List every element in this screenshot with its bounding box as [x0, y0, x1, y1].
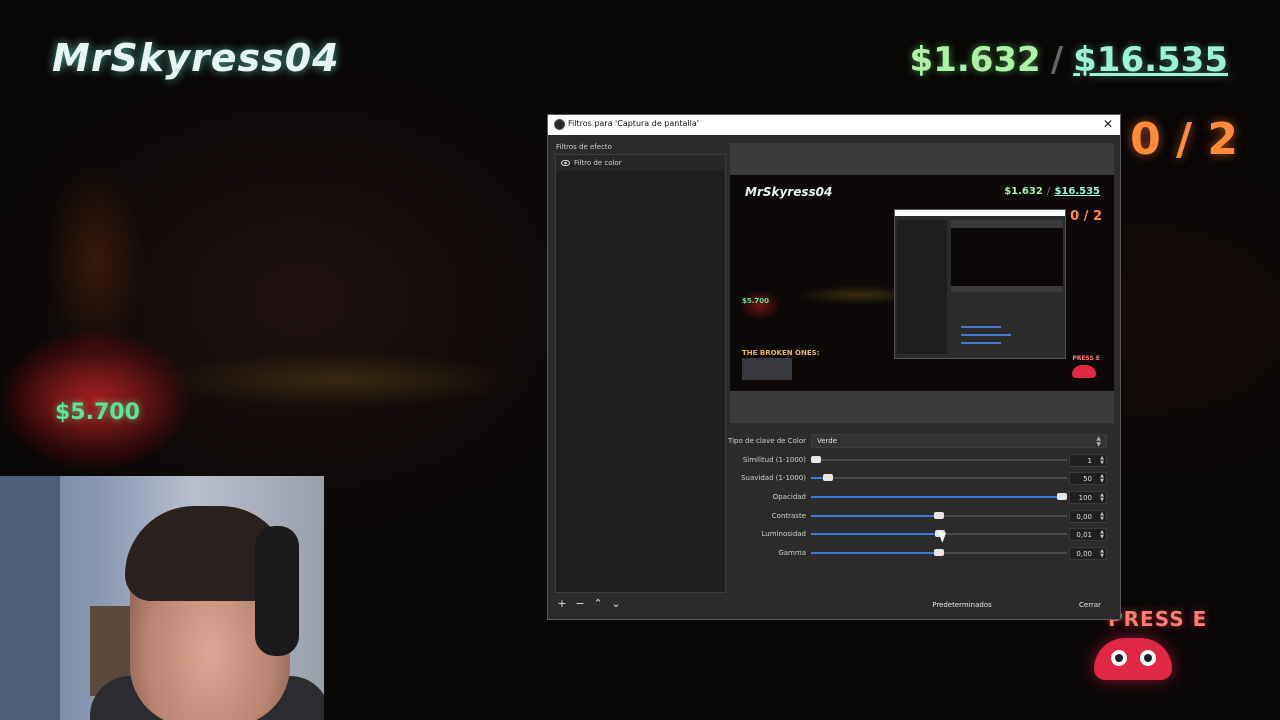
filter-list-toolbar: + − ⌃ ⌄: [556, 597, 622, 613]
money-display: $1.632 / $16.535: [910, 40, 1228, 80]
key-type-label: Tipo de clave de Color: [728, 437, 806, 445]
eye-icon[interactable]: [561, 160, 570, 166]
slider-track[interactable]: [811, 459, 1067, 461]
spin-down-icon[interactable]: ▼: [1100, 535, 1104, 540]
spinbox[interactable]: 0,00 ▲ ▼: [1069, 510, 1107, 523]
slider-label: Contraste: [771, 512, 806, 520]
webcam-feed: [0, 476, 324, 720]
mascot-eye-right: [1140, 650, 1156, 666]
spin-down-icon[interactable]: ▼: [1100, 517, 1104, 522]
spinbox-value[interactable]: 0,00: [1076, 513, 1092, 521]
filter-item-color[interactable]: Filtro de color: [556, 155, 725, 171]
spinbox[interactable]: 0,00 ▲ ▼: [1069, 547, 1107, 560]
defaults-button[interactable]: Predeterminados: [922, 598, 1002, 612]
dialog-titlebar[interactable]: Filtros para 'Captura de pantalla' ✕: [548, 115, 1120, 135]
spinbox-value[interactable]: 0,01: [1076, 531, 1092, 539]
slider-track[interactable]: [811, 477, 1067, 479]
spinbox-value[interactable]: 0,00: [1076, 550, 1092, 558]
slider[interactable]: [811, 492, 1067, 502]
slider-fill: [811, 496, 1062, 498]
slider-label: Luminosidad: [761, 530, 806, 538]
preview-panel: MrSkyress04 $1.632 / $16.535 0 / 2 $5.70…: [730, 143, 1114, 423]
spin-down-icon[interactable]: ▼: [1100, 498, 1104, 503]
preview-money-current: $1.632: [1004, 186, 1043, 197]
objective-counter: 0 / 2: [1130, 114, 1238, 165]
slider-handle[interactable]: [811, 456, 821, 463]
slider[interactable]: [811, 455, 1067, 465]
spin-down-icon[interactable]: ▼: [1100, 461, 1104, 466]
money-current: $1.632: [909, 40, 1041, 80]
preview-nested-dialog: [894, 209, 1066, 359]
headset-icon: [255, 526, 299, 656]
press-e-prompt: PRESS E: [1108, 607, 1208, 631]
obs-icon: [554, 119, 565, 130]
mascot-eye-left: [1111, 650, 1127, 666]
spinbox[interactable]: 100 ▲ ▼: [1069, 491, 1107, 504]
move-down-button[interactable]: ⌄: [610, 597, 622, 611]
slider[interactable]: [811, 511, 1067, 521]
slider-label: Opacidad: [772, 493, 806, 501]
mascot-icon: [1094, 638, 1172, 680]
dialog-title: Filtros para 'Captura de pantalla': [568, 119, 699, 128]
slider-label: Gamma: [778, 549, 806, 557]
preview-press-e: PRESS E: [1072, 355, 1100, 362]
pickup-value: $5.700: [55, 400, 140, 425]
spinbox[interactable]: 0,01 ▲ ▼: [1069, 528, 1107, 541]
preview-money-goal: $16.535: [1054, 186, 1100, 197]
preview-webcam-thumb: [742, 358, 792, 380]
slider-fill: [811, 515, 939, 517]
updown-arrow-icon: ▲ ▼: [1096, 435, 1101, 448]
spinbox[interactable]: 1 ▲ ▼: [1069, 454, 1107, 467]
preview-broken-ones: THE BROKEN ONES:: [742, 349, 820, 357]
remove-filter-button[interactable]: −: [574, 597, 586, 611]
add-filter-button[interactable]: +: [556, 597, 568, 611]
filter-item-label: Filtro de color: [574, 159, 622, 167]
preview-pickup-value: $5.700: [742, 297, 770, 305]
preview-money: $1.632 / $16.535: [1004, 186, 1100, 197]
slider-fill: [811, 552, 939, 554]
money-separator: /: [1050, 40, 1064, 80]
slider-label: Suavidad (1-1000): [741, 474, 806, 482]
preview-money-separator: /: [1046, 186, 1051, 197]
spin-down-icon[interactable]: ▼: [1100, 554, 1104, 559]
preview-mascot-icon: [1072, 365, 1096, 378]
close-button[interactable]: Cerrar: [1061, 598, 1119, 612]
preview-player-name: MrSkyress04: [745, 185, 833, 199]
slider-handle[interactable]: [934, 512, 944, 519]
slider-fill: [811, 533, 940, 535]
slider-label: Similitud (1-1000): [742, 456, 806, 464]
spinbox-value[interactable]: 1: [1088, 457, 1092, 465]
close-icon[interactable]: ✕: [1100, 116, 1116, 133]
slider[interactable]: [811, 473, 1067, 483]
key-type-select[interactable]: Verde ▲ ▼: [811, 434, 1107, 448]
slider-handle[interactable]: [823, 474, 833, 481]
spinbox-value[interactable]: 50: [1083, 475, 1092, 483]
slider[interactable]: [811, 548, 1067, 558]
filters-dialog: Filtros para 'Captura de pantalla' ✕ Fil…: [547, 114, 1121, 620]
move-up-button[interactable]: ⌃: [592, 597, 604, 611]
player-name: MrSkyress04: [52, 36, 340, 80]
spin-down-icon[interactable]: ▼: [1100, 479, 1104, 484]
spinbox-value[interactable]: 100: [1079, 494, 1092, 502]
key-type-value: Verde: [817, 437, 838, 445]
spinbox[interactable]: 50 ▲ ▼: [1069, 472, 1107, 485]
slider-handle[interactable]: [934, 549, 944, 556]
preview-counter: 0 / 2: [1070, 209, 1102, 224]
preview-image: MrSkyress04 $1.632 / $16.535 0 / 2 $5.70…: [730, 175, 1114, 391]
money-goal: $16.535: [1073, 40, 1228, 80]
filter-list[interactable]: Filtro de color: [555, 154, 726, 593]
effects-section-label: Filtros de efecto: [556, 143, 612, 151]
slider-handle[interactable]: [1057, 493, 1067, 500]
